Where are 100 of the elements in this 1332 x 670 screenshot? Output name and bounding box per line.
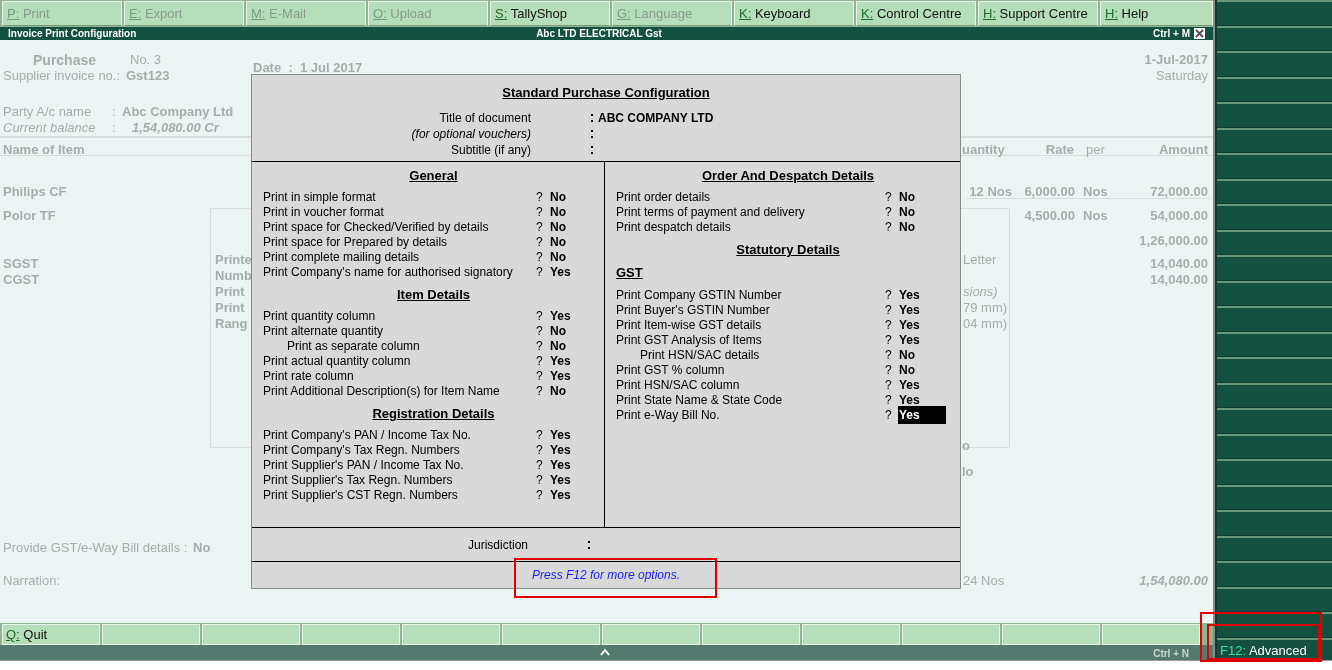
voucher-text: 72,000.00 bbox=[1150, 183, 1208, 201]
panel-button[interactable] bbox=[1217, 0, 1332, 25]
option-label: Print in voucher format bbox=[263, 204, 385, 221]
panel-button[interactable] bbox=[1217, 306, 1332, 331]
option-label: Print Buyer's GSTIN Number bbox=[616, 302, 771, 319]
question-mark: ? bbox=[536, 307, 544, 325]
voucher-text: sions) bbox=[963, 283, 998, 301]
quit-button[interactable]: Q: Quit bbox=[2, 624, 100, 645]
question-mark: ? bbox=[536, 352, 544, 370]
panel-button[interactable] bbox=[1217, 25, 1332, 50]
field-value: ABC COMPANY LTD bbox=[598, 109, 714, 127]
shortcut-label: Ctrl + M bbox=[1152, 27, 1190, 41]
caret-up-icon[interactable] bbox=[600, 648, 610, 656]
voucher-text: 12 Nos bbox=[969, 183, 1012, 201]
menu-button[interactable]: K: Control Centre bbox=[856, 1, 976, 26]
option-label: Print in simple format bbox=[263, 188, 377, 206]
question-mark: ? bbox=[536, 456, 544, 474]
voucher-text: o bbox=[962, 437, 970, 455]
panel-button[interactable] bbox=[1217, 76, 1332, 101]
voucher-text: Nos bbox=[1083, 207, 1108, 225]
menu-button[interactable]: H: Support Centre bbox=[978, 1, 1098, 26]
panel-button[interactable] bbox=[1217, 51, 1332, 76]
panel-button[interactable] bbox=[1217, 484, 1332, 509]
panel-button[interactable] bbox=[1217, 127, 1332, 152]
voucher-text: : bbox=[112, 103, 116, 121]
close-icon[interactable] bbox=[1194, 28, 1205, 39]
panel-button[interactable] bbox=[1217, 255, 1332, 280]
hint-text: Press F12 for more options. bbox=[531, 567, 681, 584]
question-mark: ? bbox=[536, 203, 544, 221]
voucher-text: Purchase bbox=[33, 51, 97, 70]
question-mark: ? bbox=[885, 391, 893, 409]
panel-button[interactable] bbox=[1217, 510, 1332, 535]
option-label: Print Company's PAN / Income Tax No. bbox=[263, 426, 472, 444]
question-mark: ? bbox=[536, 441, 544, 459]
panel-button[interactable] bbox=[1217, 204, 1332, 229]
voucher-text: Party A/c name bbox=[3, 103, 92, 121]
panel-button[interactable] bbox=[1217, 178, 1332, 203]
menu-button[interactable]: K: Keyboard bbox=[734, 1, 854, 26]
option-label: Print actual quantity column bbox=[263, 353, 412, 370]
question-mark: ? bbox=[536, 426, 544, 444]
question-mark: ? bbox=[536, 263, 544, 281]
voucher-text: per bbox=[1086, 141, 1105, 159]
panel-button[interactable] bbox=[1217, 433, 1332, 458]
question-mark: ? bbox=[536, 218, 544, 236]
voucher-text: No bbox=[193, 539, 211, 557]
panel-button[interactable] bbox=[1217, 561, 1332, 586]
section-heading: General bbox=[408, 167, 459, 182]
panel-button[interactable] bbox=[1217, 535, 1332, 560]
voucher-text: 14,040.00 bbox=[1150, 271, 1208, 289]
section-heading: Registration Details bbox=[371, 405, 496, 420]
option-label: Print GST % column bbox=[616, 361, 726, 379]
option-label: Print Item-wise GST details bbox=[616, 317, 763, 334]
panel-button[interactable] bbox=[1217, 153, 1332, 178]
option-label: Print space for Checked/Verified by details bbox=[263, 218, 490, 236]
voucher-text: Letter bbox=[963, 251, 997, 269]
option-label: Print HSN/SAC details bbox=[639, 347, 761, 364]
panel-button[interactable] bbox=[1217, 280, 1332, 305]
panel-button[interactable] bbox=[1217, 331, 1332, 356]
panel-button[interactable] bbox=[1217, 357, 1332, 382]
voucher-text: Gst123 bbox=[126, 67, 170, 85]
option-label: Print State Name & State Code bbox=[616, 391, 784, 409]
section-heading: Item Details bbox=[396, 286, 471, 301]
option-value[interactable]: Yes bbox=[898, 405, 946, 424]
voucher-text: Abc Company Ltd bbox=[122, 103, 234, 121]
question-mark: ? bbox=[885, 218, 893, 236]
voucher-text: Philips CF bbox=[3, 183, 67, 201]
voucher-text: Printe bbox=[215, 251, 252, 269]
question-mark: ? bbox=[885, 331, 893, 349]
voucher-text: 1-Jul-2017 bbox=[1144, 51, 1208, 69]
panel-button[interactable] bbox=[1217, 229, 1332, 254]
panel-button[interactable] bbox=[1217, 382, 1332, 407]
menu-button[interactable]: H: Help bbox=[1100, 1, 1213, 26]
voucher-text: SGST bbox=[3, 255, 39, 273]
question-mark: ? bbox=[536, 367, 544, 385]
panel-button[interactable] bbox=[1217, 586, 1332, 611]
voucher-text: Print bbox=[215, 299, 245, 317]
option-label: Print Company's Tax Regn. Numbers bbox=[263, 442, 461, 459]
option-label: Print as separate column bbox=[286, 338, 421, 355]
voucher-text: 6,000.00 bbox=[1024, 183, 1075, 201]
field-label: Jurisdiction bbox=[466, 536, 528, 554]
voucher-text: Nos bbox=[1083, 183, 1108, 201]
option-label: Print HSN/SAC column bbox=[616, 376, 741, 394]
section-subheading: GST bbox=[616, 264, 643, 279]
panel-button[interactable] bbox=[1217, 459, 1332, 484]
voucher-text: Rang bbox=[215, 315, 248, 333]
panel-button[interactable] bbox=[1217, 408, 1332, 433]
field-label: (for optional vouchers) bbox=[410, 125, 531, 143]
option-label: Print rate column bbox=[263, 368, 355, 385]
voucher-text: 04 mm) bbox=[963, 315, 1008, 333]
window-title: Invoice Print Configuration bbox=[8, 27, 138, 41]
option-label: Print Supplier's Tax Regn. Numbers bbox=[263, 472, 454, 489]
question-mark: ? bbox=[885, 286, 893, 304]
menu-button[interactable]: S: TallyShop bbox=[490, 1, 610, 26]
section-heading: Order And Despatch Details bbox=[700, 167, 876, 182]
panel-button[interactable] bbox=[1217, 102, 1332, 127]
voucher-text: Print bbox=[215, 283, 245, 301]
voucher-text: 14,040.00 bbox=[1150, 255, 1208, 273]
voucher-text: Name of Item bbox=[3, 141, 85, 159]
voucher-text: Date : 1 Jul 2017 bbox=[253, 59, 363, 77]
voucher-text: Saturday bbox=[1155, 67, 1208, 85]
